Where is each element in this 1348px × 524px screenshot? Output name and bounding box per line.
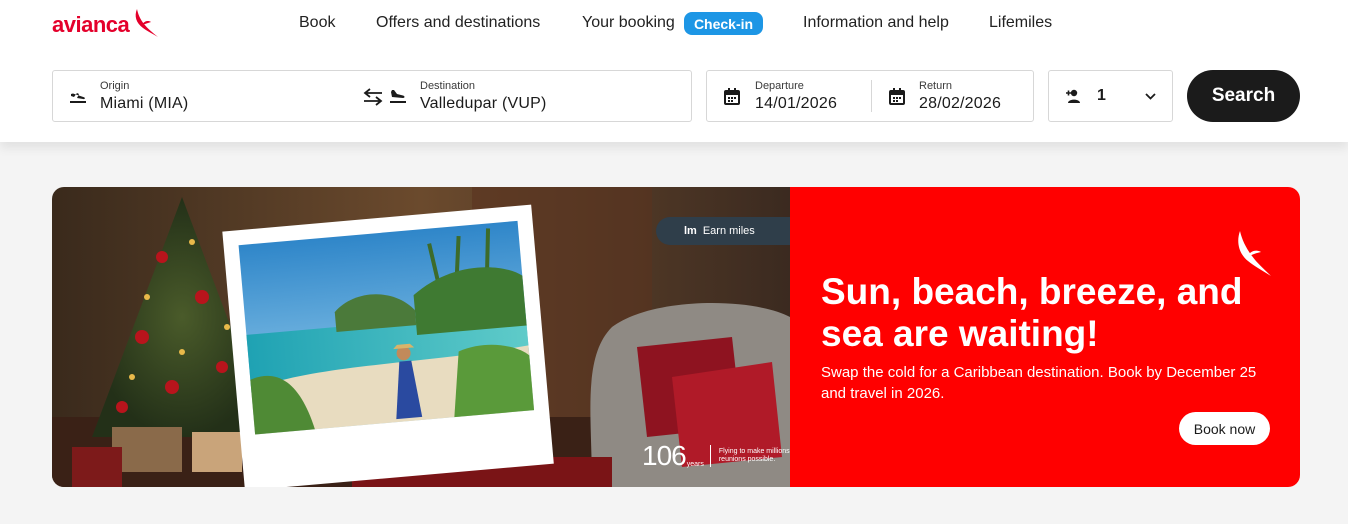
earn-miles-label: Earn miles — [702, 225, 755, 237]
promo-title: Sun, beach, breeze, and sea are waiting! — [821, 271, 1243, 354]
origin-field[interactable]: Origin Miami (MIA) — [53, 71, 373, 121]
calendar-icon — [889, 88, 905, 105]
return-value: 28/02/2026 — [919, 95, 1002, 112]
plane-takeoff-icon — [70, 93, 86, 103]
search-button[interactable]: Search — [1187, 70, 1300, 122]
return-field[interactable]: Return 28/02/2026 — [872, 71, 1034, 121]
destination-label: Destination — [420, 80, 476, 92]
add-person-icon — [1066, 89, 1080, 103]
promo-panel: Sun, beach, breeze, and sea are waiting!… — [790, 187, 1300, 487]
destination-field[interactable]: Destination Valledupar (VUP) — [373, 71, 691, 121]
nav-item-lifemiles[interactable]: Lifemiles — [989, 12, 1052, 34]
calendar-icon — [724, 88, 740, 105]
chevron-down-icon — [1145, 93, 1156, 100]
nav-item-offers[interactable]: Offers and destinations — [376, 12, 540, 34]
nav-item-book[interactable]: Book — [299, 12, 335, 34]
promo-subtitle: Swap the cold for a Caribbean destinatio… — [821, 364, 1257, 402]
dates-field-group: Departure 14/01/2026 Return 28/02/2026 — [706, 70, 1034, 122]
nav-item-information-help[interactable]: Information and help — [803, 12, 949, 34]
passengers-selector[interactable]: 1 — [1048, 70, 1173, 122]
brand-name: avianca — [52, 12, 130, 37]
nav-label: Book — [299, 14, 336, 31]
origin-label: Origin — [100, 80, 130, 92]
departure-value: 14/01/2026 — [755, 95, 838, 112]
nav-label: Information and help — [803, 14, 949, 31]
book-now-button[interactable]: Book now — [1179, 412, 1270, 445]
earn-miles-badge: lm Earn miles — [656, 217, 792, 245]
checkin-button[interactable]: Check-in — [684, 12, 763, 35]
anniversary-mark: 106 years Flying to make millions of reu… — [642, 440, 799, 472]
departure-field[interactable]: Departure 14/01/2026 — [707, 71, 870, 121]
years-divider — [709, 445, 711, 467]
anniversary-tagline: Flying to make millions of reunions poss… — [718, 448, 798, 463]
departure-label: Departure — [755, 80, 804, 92]
route-field-group: Origin Miami (MIA) Destination Valledupa… — [52, 70, 692, 122]
nav-label: Your booking — [582, 14, 675, 31]
nav-item-your-booking[interactable]: Your booking — [582, 12, 675, 34]
passenger-count: 1 — [1097, 87, 1107, 104]
nav-label: Offers and destinations — [376, 14, 541, 31]
origin-value: Miami (MIA) — [100, 95, 189, 112]
top-header: avianca Book Offers and destinations You… — [0, 0, 1348, 142]
nav-label: Lifemiles — [989, 14, 1053, 31]
bird-logo-icon — [135, 9, 159, 37]
years-word: years — [686, 460, 704, 468]
lifemiles-logo-icon: lm — [684, 225, 697, 237]
destination-value: Valledupar (VUP) — [420, 95, 547, 112]
years-number: 106 — [642, 440, 687, 471]
return-label: Return — [919, 80, 953, 92]
promo-banner[interactable]: lm Earn miles 106 years Flying to make m… — [52, 187, 1300, 487]
plane-landing-icon — [390, 90, 406, 103]
avianca-logo[interactable]: avianca — [52, 8, 159, 42]
